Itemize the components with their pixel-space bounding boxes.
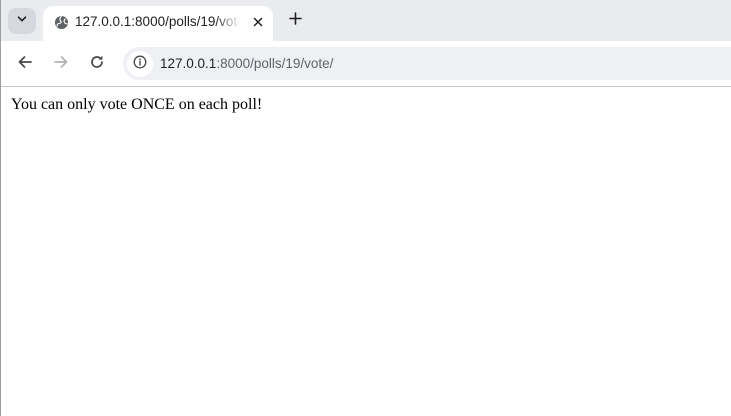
close-icon[interactable] [248,12,268,32]
url-host: 127.0.0.1 [160,56,217,71]
info-icon [133,55,147,74]
page-content: You can only vote ONCE on each poll! [1,87,731,416]
arrow-right-icon [53,54,69,75]
reload-icon [89,54,105,75]
tab-title: 127.0.0.1:8000/polls/19/vote/ [75,14,240,29]
address-bar[interactable]: 127.0.0.1:8000/polls/19/vote/ [123,47,731,80]
tab-search-button[interactable] [8,8,36,34]
browser-window: 127.0.0.1:8000/polls/19/vote/ 127.0.0.1:… [0,0,731,416]
reload-button[interactable] [85,52,109,76]
back-button[interactable] [13,52,37,76]
url-text[interactable]: 127.0.0.1:8000/polls/19/vote/ [160,55,333,72]
vote-message: You can only vote ONCE on each poll! [11,96,263,113]
plus-icon [288,12,302,30]
site-info-button[interactable] [127,51,153,77]
new-tab-button[interactable] [284,10,306,32]
forward-button[interactable] [49,52,73,76]
tab-active[interactable]: 127.0.0.1:8000/polls/19/vote/ [43,6,273,41]
url-path: :8000/polls/19/vote/ [216,56,334,71]
tab-strip: 127.0.0.1:8000/polls/19/vote/ [1,0,731,41]
globe-icon [53,14,69,30]
toolbar: 127.0.0.1:8000/polls/19/vote/ [1,41,731,87]
arrow-left-icon [17,54,33,75]
chevron-down-icon [16,12,28,30]
